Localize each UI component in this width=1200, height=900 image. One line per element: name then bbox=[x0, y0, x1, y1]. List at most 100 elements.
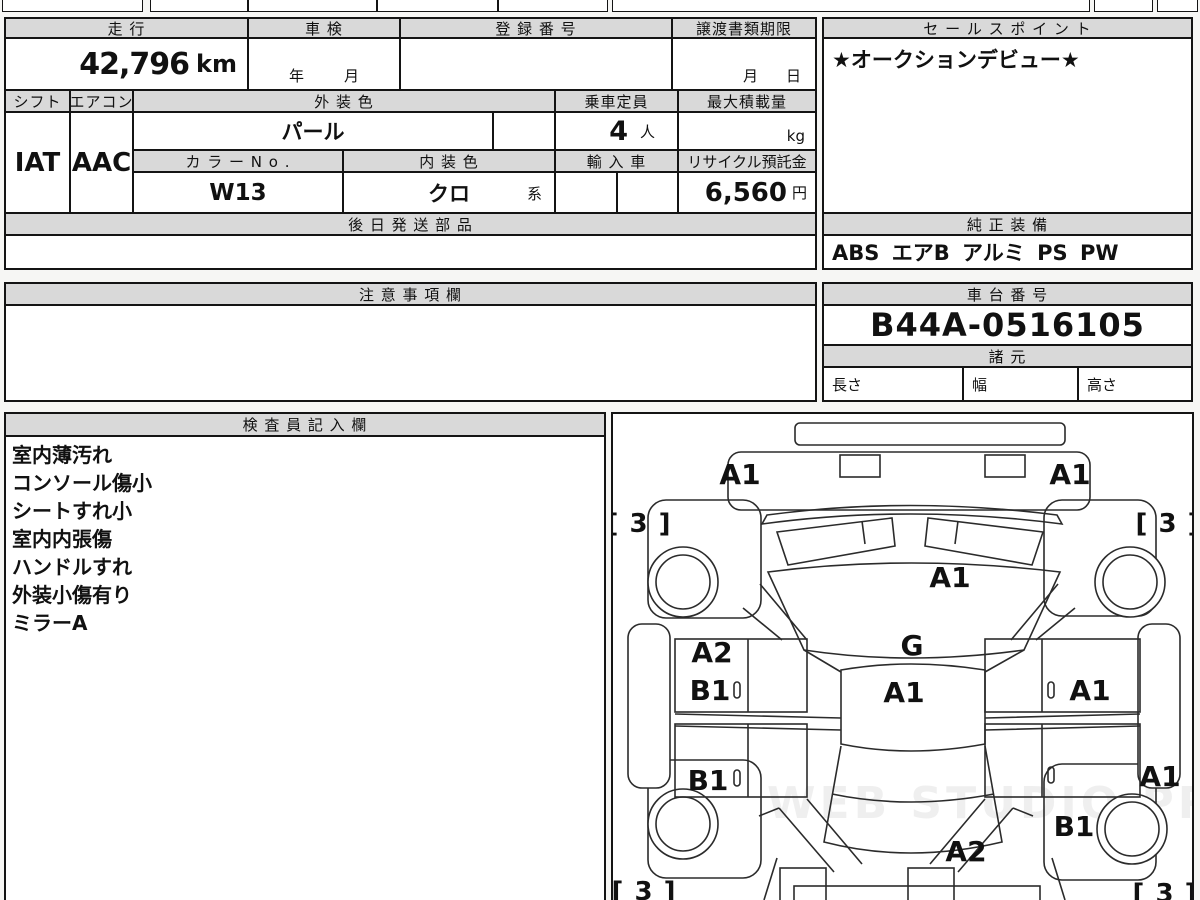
rear-notch-right bbox=[907, 867, 955, 900]
rear-plate-shape bbox=[793, 885, 1041, 900]
capacity-unit: 人 bbox=[639, 122, 655, 141]
max-load-value: kg bbox=[678, 112, 816, 150]
capacity-number: 4 bbox=[609, 115, 628, 147]
inspector-header: 検 査 員 記 入 欄 bbox=[5, 413, 605, 436]
chassis-value: B44A-0516105 bbox=[823, 305, 1192, 345]
damage-label-A1: A1 bbox=[1049, 458, 1090, 491]
transfer-deadline-header: 譲渡書類期限 bbox=[672, 18, 816, 38]
color-no-value: W13 bbox=[133, 172, 343, 213]
damage-label-A1: A1 bbox=[719, 458, 760, 491]
exterior-color-header: 外 装 色 bbox=[133, 90, 555, 112]
inspection-year-label: 年 bbox=[288, 66, 304, 85]
tire-mark-3: [ 3 ] bbox=[612, 877, 676, 900]
registration-value bbox=[400, 38, 672, 90]
later-parts-header: 後 日 発 送 部 品 bbox=[5, 213, 816, 235]
inspector-note-line: コンソール傷小 bbox=[12, 471, 152, 495]
auction-sheet: 走 行 車 検 登 録 番 号 譲渡書類期限 42,796 km 年 月 月 日… bbox=[0, 0, 1200, 900]
damage-label-A2: A2 bbox=[945, 835, 986, 868]
front-plate-shape bbox=[794, 422, 1066, 446]
recycle-deposit-value: 6,560 円 bbox=[678, 172, 816, 213]
wiper-left-shape bbox=[775, 517, 896, 566]
inspection-header: 車 検 bbox=[248, 18, 400, 38]
inspector-note-line: 外装小傷有り bbox=[12, 583, 132, 607]
inspector-note-line: シートすれ小 bbox=[12, 499, 132, 523]
shift-value: IAT bbox=[5, 112, 70, 213]
cowl-shape bbox=[760, 504, 1064, 526]
max-load-unit: kg bbox=[786, 127, 805, 145]
inspector-note-line: ハンドルすれ bbox=[12, 555, 132, 579]
sliver-cell bbox=[248, 0, 377, 12]
rear-right-wheel bbox=[1096, 793, 1168, 865]
imported-cell-1 bbox=[555, 172, 617, 213]
tire-mark-3: [ 3 ] bbox=[612, 509, 671, 539]
door-gap-bands bbox=[674, 713, 1141, 731]
recycle-deposit-number: 6,560 bbox=[704, 177, 787, 208]
front-bumper-shape bbox=[727, 451, 1091, 511]
inspector-note-line: 室内薄汚れ bbox=[12, 443, 112, 467]
mileage-number: 42,796 bbox=[79, 46, 190, 82]
sliver-cell bbox=[150, 0, 248, 12]
car-damage-diagram: WEB STUDIO PRO bbox=[612, 422, 1193, 900]
interior-color-header: 内 装 色 bbox=[343, 150, 555, 172]
inspection-month-label: 月 bbox=[344, 66, 360, 85]
dimension-width-cell: 幅 bbox=[963, 367, 1078, 401]
shift-header: シフト bbox=[5, 90, 70, 112]
recycle-deposit-unit: 円 bbox=[791, 184, 807, 202]
registration-header: 登 録 番 号 bbox=[400, 18, 672, 38]
exterior-color-sub-cell bbox=[493, 112, 555, 150]
max-load-header: 最大積載量 bbox=[678, 90, 816, 112]
later-parts-value bbox=[5, 235, 816, 269]
aircon-header: エアコン bbox=[70, 90, 133, 112]
transfer-day-label: 日 bbox=[785, 66, 801, 85]
dimension-height-cell: 高さ bbox=[1078, 367, 1192, 401]
sliver-cell bbox=[612, 0, 1090, 12]
interior-color-name: クロ bbox=[428, 181, 470, 206]
aircon-value: AAC bbox=[70, 112, 133, 213]
tire-mark-3: [ 3 ] bbox=[1133, 879, 1193, 900]
damage-label-A1: A1 bbox=[883, 676, 924, 709]
wiper-right-shape bbox=[924, 517, 1045, 566]
exterior-color-value: パール bbox=[133, 112, 493, 150]
sales-point-header: セ ー ル ス ポ イ ン ト bbox=[823, 18, 1192, 38]
rear-left-wheel bbox=[647, 788, 719, 860]
interior-color-value: クロ 系 bbox=[343, 172, 555, 213]
sliver-cell bbox=[377, 0, 498, 12]
sliver-cell bbox=[2, 0, 143, 12]
interior-color-suffix: 系 bbox=[526, 185, 542, 203]
sliver-cell bbox=[1094, 0, 1153, 12]
headlight-right-shape bbox=[984, 454, 1026, 478]
inspector-note-line: ミラーA bbox=[12, 611, 88, 635]
inspector-notes: 室内薄汚れ コンソール傷小 シートすれ小 室内内張傷 ハンドルすれ 外装小傷有り… bbox=[5, 436, 605, 900]
genuine-equipment-value: ABS エアB アルミ PS PW bbox=[823, 235, 1192, 269]
damage-label-B1: B1 bbox=[688, 764, 729, 797]
cautions-value bbox=[5, 305, 816, 401]
damage-label-A1: A1 bbox=[1069, 674, 1110, 707]
damage-label-A1: A1 bbox=[929, 561, 970, 594]
damage-label-B1: B1 bbox=[690, 674, 731, 707]
mileage-unit: km bbox=[196, 50, 237, 78]
sliver-cell bbox=[498, 0, 608, 12]
tire-mark-3: [ 3 ] bbox=[1136, 509, 1193, 539]
genuine-equipment-header: 純 正 装 備 bbox=[823, 213, 1192, 235]
capacity-header: 乗車定員 bbox=[555, 90, 678, 112]
wiper-detail-lines bbox=[861, 520, 959, 545]
sales-point-value: ★オークションデビュー★ bbox=[823, 38, 1192, 213]
transfer-deadline-value: 月 日 bbox=[672, 38, 816, 90]
damage-label-G: G bbox=[901, 629, 924, 662]
mileage-header: 走 行 bbox=[5, 18, 248, 38]
damage-label-A1: A1 bbox=[1139, 760, 1180, 793]
front-left-wheel bbox=[647, 546, 719, 618]
rear-bumper-sides bbox=[763, 857, 1066, 900]
cautions-header: 注 意 事 項 欄 bbox=[5, 283, 816, 305]
dimensions-header: 諸 元 bbox=[823, 345, 1192, 367]
headlight-left-shape bbox=[839, 454, 881, 478]
rear-notch-left bbox=[779, 867, 827, 900]
imported-cell-2 bbox=[617, 172, 678, 213]
damage-label-A2: A2 bbox=[691, 636, 732, 669]
recycle-deposit-header: リサイクル預託金 bbox=[678, 150, 816, 172]
damage-label-B1: B1 bbox=[1054, 810, 1095, 843]
sliver-cell bbox=[1157, 0, 1198, 12]
imported-header: 輸 入 車 bbox=[555, 150, 678, 172]
mileage-value: 42,796 km bbox=[5, 38, 248, 90]
left-rocker-sill bbox=[627, 623, 671, 789]
